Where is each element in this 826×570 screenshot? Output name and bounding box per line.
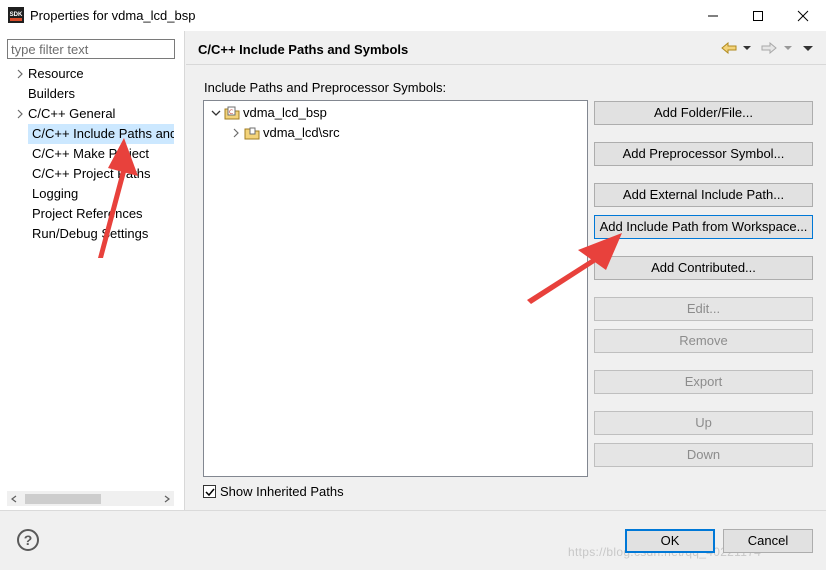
- scroll-right-icon[interactable]: [160, 491, 174, 506]
- tree-item-label: vdma_lcd\src: [263, 125, 340, 140]
- cancel-button[interactable]: Cancel: [723, 529, 813, 553]
- sidebar-item-project-references[interactable]: Project References: [32, 204, 143, 224]
- close-icon: [797, 10, 809, 21]
- show-inherited-paths-row[interactable]: Show Inherited Paths: [203, 484, 344, 499]
- add-include-path-from-workspace-button[interactable]: Add Include Path from Workspace...: [594, 215, 813, 239]
- back-arrow-icon[interactable]: [720, 40, 738, 56]
- tree-item-label: vdma_lcd_bsp: [243, 105, 327, 120]
- section-label: Include Paths and Preprocessor Symbols:: [204, 80, 447, 95]
- export-button[interactable]: Export: [594, 370, 813, 394]
- sidebar-item-builders[interactable]: Builders: [28, 84, 75, 104]
- sidebar-item-resource[interactable]: Resource: [28, 64, 84, 84]
- remove-button[interactable]: Remove: [594, 329, 813, 353]
- dialog-footer: ? https://blog.csdn.net/qq_40221174 OK C…: [0, 510, 826, 570]
- down-button[interactable]: Down: [594, 443, 813, 467]
- include-folder-icon: [243, 123, 261, 143]
- collapse-chevron-icon[interactable]: [209, 103, 223, 123]
- maximize-button[interactable]: [735, 0, 781, 31]
- sdk-app-icon: SDK: [8, 7, 24, 23]
- add-external-include-path-button[interactable]: Add External Include Path...: [594, 183, 813, 207]
- add-folder-file-button[interactable]: Add Folder/File...: [594, 101, 813, 125]
- expand-cpp-general-icon[interactable]: [14, 104, 26, 124]
- minimize-button[interactable]: [690, 0, 736, 31]
- filter-input[interactable]: [7, 39, 175, 59]
- sidebar-item-label: C/C++ Include Paths and Symbols: [32, 126, 174, 141]
- tree-item-project[interactable]: C vdma_lcd_bsp: [209, 103, 327, 123]
- forward-menu-chevron-icon[interactable]: [783, 40, 793, 56]
- sidebar-item-label: C/C++ Make Project: [32, 146, 150, 161]
- sidebar-item-cpp-project-paths[interactable]: C/C++ Project Paths: [32, 164, 151, 184]
- expand-resource-icon[interactable]: [14, 64, 26, 84]
- show-inherited-paths-checkbox[interactable]: [203, 485, 216, 498]
- title-bar: SDK Properties for vdma_lcd_bsp: [0, 0, 826, 31]
- sidebar-item-label: Project References: [32, 206, 143, 221]
- add-preprocessor-symbol-button[interactable]: Add Preprocessor Symbol...: [594, 142, 813, 166]
- show-inherited-paths-label: Show Inherited Paths: [220, 484, 344, 499]
- expand-chevron-icon[interactable]: [229, 123, 243, 143]
- sidebar-item-cpp-include-paths[interactable]: C/C++ Include Paths and Symbols: [28, 124, 174, 144]
- sidebar-item-cpp-general[interactable]: C/C++ General: [28, 104, 115, 124]
- sidebar-item-label: C/C++ General: [28, 106, 116, 121]
- checkmark-icon: [204, 488, 215, 496]
- scroll-left-icon[interactable]: [7, 491, 21, 506]
- tree-item-include-path[interactable]: vdma_lcd\src: [229, 123, 340, 143]
- page-header: C/C++ Include Paths and Symbols: [186, 31, 826, 65]
- sidebar-item-label: Resource: [28, 66, 84, 81]
- forward-arrow-icon[interactable]: [760, 40, 778, 56]
- sidebar-item-run-debug-settings[interactable]: Run/Debug Settings: [32, 224, 148, 244]
- scrollbar-thumb[interactable]: [25, 494, 101, 504]
- help-icon[interactable]: ?: [17, 529, 39, 551]
- sidebar-item-label: Logging: [32, 186, 79, 201]
- sidebar-item-logging[interactable]: Logging: [32, 184, 78, 204]
- ok-button[interactable]: OK: [625, 529, 715, 553]
- window-title: Properties for vdma_lcd_bsp: [30, 8, 196, 23]
- edit-button[interactable]: Edit...: [594, 297, 813, 321]
- svg-text:C: C: [229, 109, 233, 116]
- include-paths-tree[interactable]: C vdma_lcd_bsp vdma_lcd\src: [203, 100, 588, 477]
- project-folder-icon: C: [223, 103, 241, 123]
- page-content: Include Paths and Preprocessor Symbols: …: [186, 66, 826, 510]
- minimize-icon: [708, 15, 718, 16]
- close-button[interactable]: [780, 0, 826, 31]
- horizontal-scrollbar[interactable]: [7, 491, 174, 506]
- sidebar-item-label: Run/Debug Settings: [32, 226, 149, 241]
- sidebar-item-label: C/C++ Project Paths: [32, 166, 151, 181]
- page-title: C/C++ Include Paths and Symbols: [198, 42, 409, 57]
- sidebar-item-cpp-make-project[interactable]: C/C++ Make Project: [32, 144, 149, 164]
- view-menu-icon[interactable]: [802, 40, 814, 56]
- maximize-icon: [753, 10, 763, 21]
- property-page-tree: Resource Builders C/C++ General C/C++ In…: [0, 31, 185, 510]
- sidebar-item-label: Builders: [28, 86, 75, 101]
- back-menu-chevron-icon[interactable]: [742, 40, 752, 56]
- up-button[interactable]: Up: [594, 411, 813, 435]
- add-contributed-button[interactable]: Add Contributed...: [594, 256, 813, 280]
